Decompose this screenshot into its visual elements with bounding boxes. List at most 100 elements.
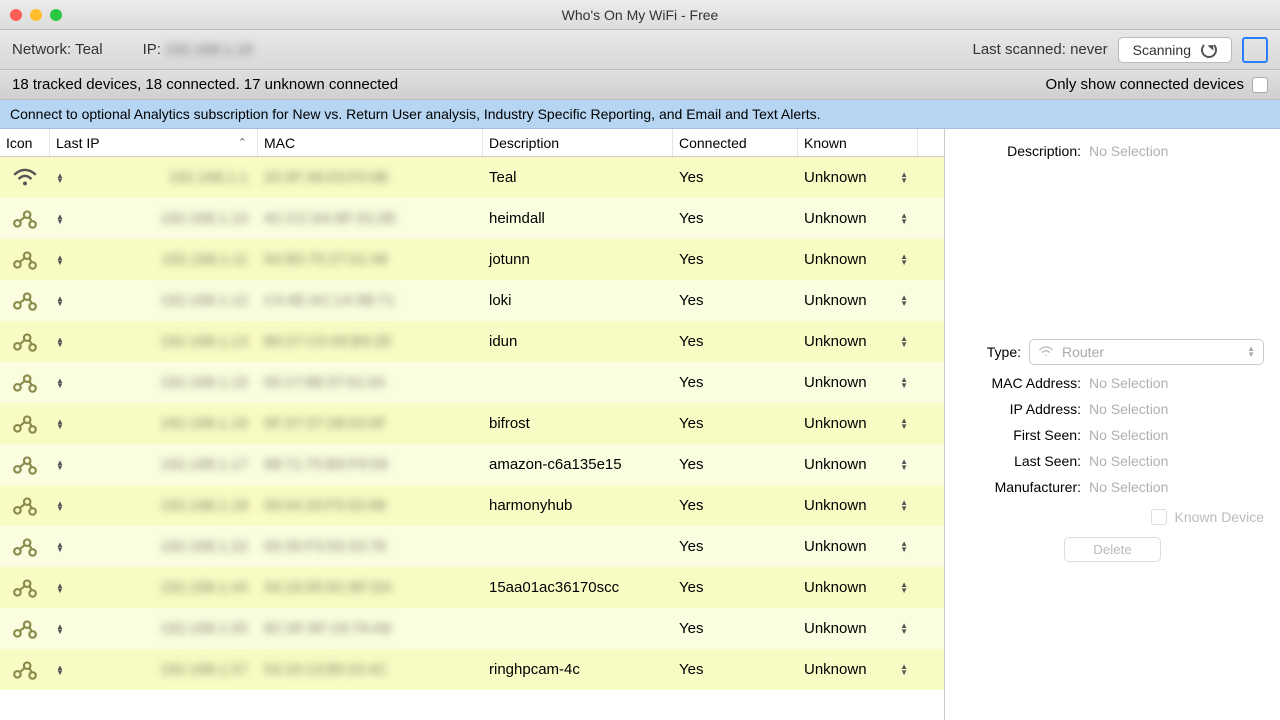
sidebar-ip-value: No Selection (1089, 401, 1168, 417)
network-name: Teal (75, 41, 103, 58)
cell-known: Unknown▲▼ (798, 649, 918, 690)
stepper-icon[interactable]: ▲▼ (900, 172, 908, 184)
stepper-icon[interactable]: ▲▼ (900, 623, 908, 635)
stepper-icon[interactable]: ▲▼ (56, 583, 64, 593)
last-scanned-label: Last scanned: (973, 41, 1071, 58)
status-bar: 18 tracked devices, 18 connected. 17 unk… (0, 70, 1280, 100)
sidebar-last-seen-label: Last Seen: (961, 453, 1081, 469)
cell-known: Unknown▲▼ (798, 239, 918, 280)
table-row[interactable]: ▲▼192.168.1.1800:04:20:F5:02:68harmonyhu… (0, 485, 944, 526)
window-title: Who's On My WiFi - Free (0, 7, 1280, 23)
stepper-icon[interactable]: ▲▼ (900, 254, 908, 266)
table-row[interactable]: ▲▼192.168.1.2200:35:F3:50:33:78YesUnknow… (0, 526, 944, 567)
table-header: Icon Last IP ⌃ MAC Description Connected… (0, 129, 944, 157)
cell-mac: 8C:0F:6F:19:79:A8 (258, 608, 483, 649)
stepper-icon[interactable]: ▲▼ (56, 378, 64, 388)
cell-ip: ▲▼192.168.1.55 (50, 608, 258, 649)
table-row[interactable]: ▲▼192.168.1.1788:71:75:B6:F9:58amazon-c6… (0, 444, 944, 485)
stepper-icon[interactable]: ▲▼ (900, 500, 908, 512)
column-last-ip-label: Last IP (56, 135, 100, 151)
device-icon (0, 649, 50, 690)
analytics-banner[interactable]: Connect to optional Analytics subscripti… (0, 100, 1280, 129)
stepper-icon[interactable]: ▲▼ (56, 214, 64, 224)
close-window-button[interactable] (10, 9, 22, 21)
stepper-icon[interactable]: ▲▼ (900, 582, 908, 594)
cell-known: Unknown▲▼ (798, 608, 918, 649)
stepper-icon[interactable]: ▲▼ (56, 542, 64, 552)
cell-ip: ▲▼192.168.1.12 (50, 280, 258, 321)
table-row[interactable]: ▲▼192.168.1.4434:16:05:0C:8F:DA15aa01ac3… (0, 567, 944, 608)
stepper-icon[interactable]: ▲▼ (900, 295, 908, 307)
column-description[interactable]: Description (483, 129, 673, 156)
cell-mac: 94:9D:75:27:01:48 (258, 239, 483, 280)
window-controls (10, 9, 62, 21)
stepper-icon[interactable]: ▲▼ (56, 173, 64, 183)
cell-description: idun (483, 321, 673, 362)
stepper-icon[interactable]: ▲▼ (56, 419, 64, 429)
table-row[interactable]: ▲▼192.168.1.104C:CC:6A:8F:91:0EheimdallY… (0, 198, 944, 239)
cell-connected: Yes (673, 485, 798, 526)
table-row[interactable]: ▲▼192.168.1.120:3F:48:03:F0:0BTealYesUnk… (0, 157, 944, 198)
cell-connected: Yes (673, 567, 798, 608)
stepper-icon[interactable]: ▲▼ (56, 460, 64, 470)
scan-button[interactable]: Scanning (1118, 37, 1232, 63)
cell-known: Unknown▲▼ (798, 321, 918, 362)
cell-description (483, 608, 673, 649)
minimize-window-button[interactable] (30, 9, 42, 21)
stepper-icon[interactable]: ▲▼ (900, 418, 908, 430)
column-mac[interactable]: MAC (258, 129, 483, 156)
column-icon[interactable]: Icon (0, 129, 50, 156)
ip-value: 192.168.1.19 (165, 41, 253, 58)
stepper-icon[interactable]: ▲▼ (56, 296, 64, 306)
table-row[interactable]: ▲▼192.168.1.558C:0F:6F:19:79:A8YesUnknow… (0, 608, 944, 649)
stepper-icon[interactable]: ▲▼ (900, 377, 908, 389)
cell-mac: 54:16:13:89:24:4C (258, 649, 483, 690)
sidebar-mac-value: No Selection (1089, 375, 1168, 391)
table-row[interactable]: ▲▼192.168.1.5754:16:13:89:24:4Cringhpcam… (0, 649, 944, 690)
cell-connected: Yes (673, 403, 798, 444)
cell-connected: Yes (673, 444, 798, 485)
only-connected-checkbox[interactable] (1252, 77, 1268, 93)
cell-connected: Yes (673, 157, 798, 198)
column-connected[interactable]: Connected (673, 129, 798, 156)
device-icon (0, 485, 50, 526)
toolbar-extra-button[interactable] (1242, 37, 1268, 63)
sidebar-description-label: Description: (961, 143, 1081, 159)
table-row[interactable]: ▲▼192.168.1.1500:17:88:37:01:04YesUnknow… (0, 362, 944, 403)
stepper-icon[interactable]: ▲▼ (900, 664, 908, 676)
type-select[interactable]: Router ▲▼ (1029, 339, 1264, 365)
cell-description: heimdall (483, 198, 673, 239)
table-row[interactable]: ▲▼192.168.1.12C4:4E:AC:14:3B:71lokiYesUn… (0, 280, 944, 321)
table-body: ▲▼192.168.1.120:3F:48:03:F0:0BTealYesUnk… (0, 157, 944, 690)
cell-description: harmonyhub (483, 485, 673, 526)
table-row[interactable]: ▲▼192.168.1.1194:9D:75:27:01:48jotunnYes… (0, 239, 944, 280)
router-icon (1038, 346, 1054, 358)
delete-button[interactable]: Delete (1064, 537, 1161, 562)
device-icon (0, 567, 50, 608)
column-last-ip[interactable]: Last IP ⌃ (50, 129, 258, 156)
table-row[interactable]: ▲▼192.168.1.13B0:27:C0:49:B9:2EidunYesUn… (0, 321, 944, 362)
known-device-checkbox[interactable] (1151, 509, 1167, 525)
device-icon (0, 198, 50, 239)
table-row[interactable]: ▲▼192.168.1.160F:07:37:28:03:0FbifrostYe… (0, 403, 944, 444)
stepper-icon[interactable]: ▲▼ (56, 501, 64, 511)
stepper-icon[interactable]: ▲▼ (56, 337, 64, 347)
device-icon (0, 321, 50, 362)
ip-info: IP: 192.168.1.19 (143, 41, 253, 58)
cell-known: Unknown▲▼ (798, 157, 918, 198)
cell-description: amazon-c6a135e15 (483, 444, 673, 485)
stepper-icon[interactable]: ▲▼ (900, 541, 908, 553)
maximize-window-button[interactable] (50, 9, 62, 21)
cell-ip: ▲▼192.168.1.11 (50, 239, 258, 280)
device-icon (0, 362, 50, 403)
stepper-icon[interactable]: ▲▼ (56, 255, 64, 265)
column-known[interactable]: Known (798, 129, 918, 156)
stepper-icon[interactable]: ▲▼ (900, 459, 908, 471)
stepper-icon[interactable]: ▲▼ (900, 213, 908, 225)
device-icon (0, 526, 50, 567)
cell-description: bifrost (483, 403, 673, 444)
stepper-icon[interactable]: ▲▼ (900, 336, 908, 348)
cell-ip: ▲▼192.168.1.1 (50, 157, 258, 198)
stepper-icon[interactable]: ▲▼ (56, 665, 64, 675)
stepper-icon[interactable]: ▲▼ (56, 624, 64, 634)
